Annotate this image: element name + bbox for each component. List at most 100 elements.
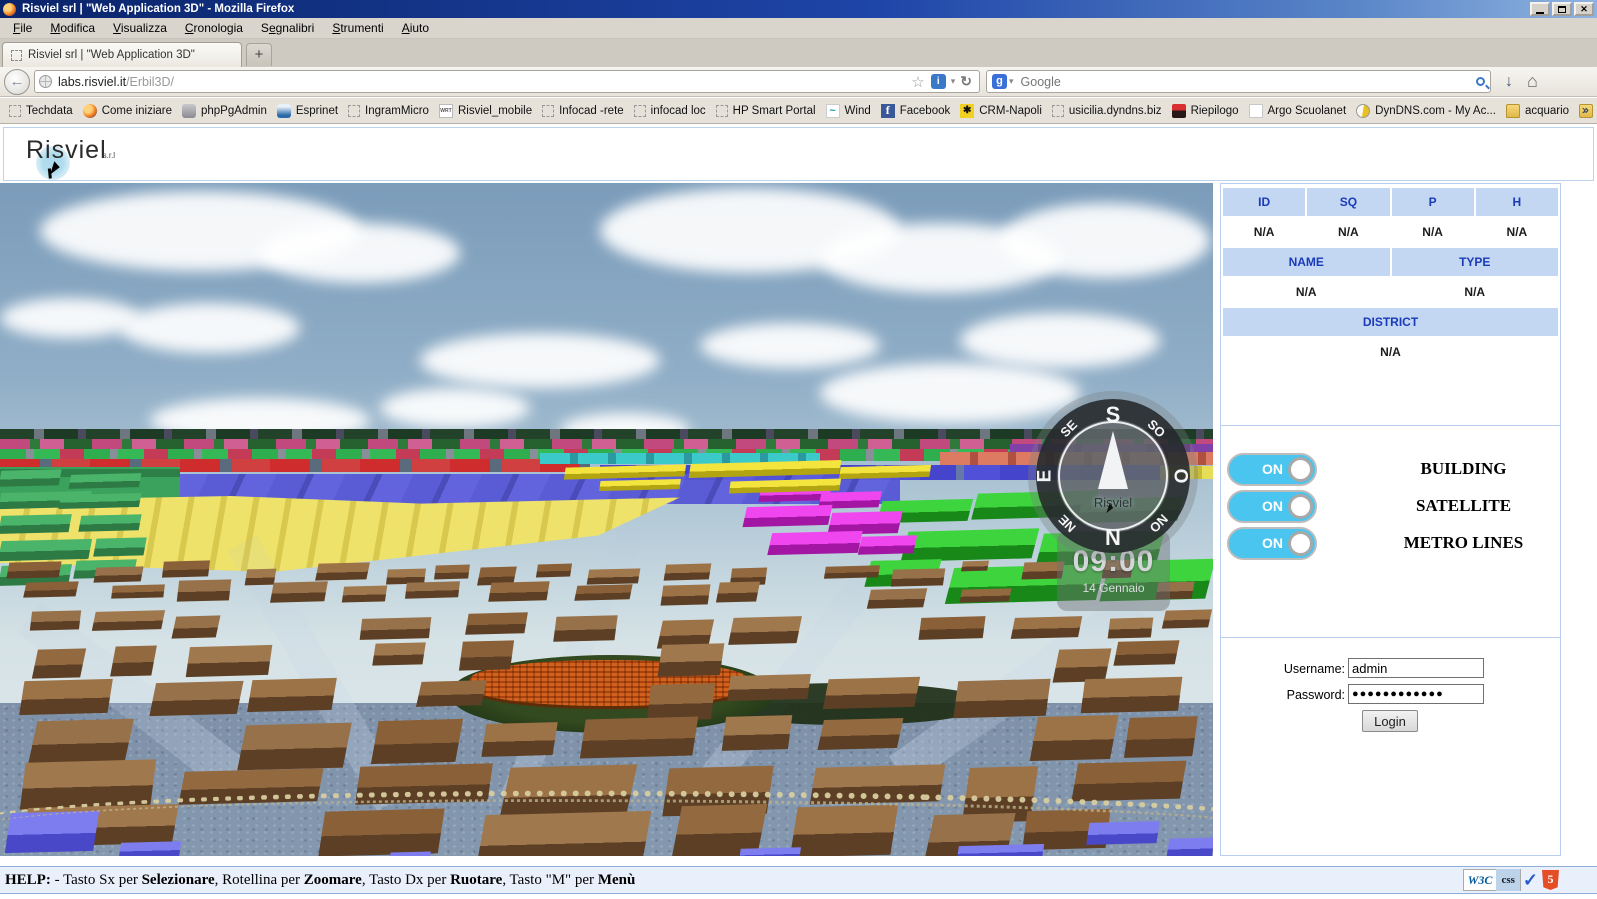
tab-title: Risviel srl | "Web Application 3D" [28, 49, 195, 61]
home-icon[interactable]: ⌂ [1527, 71, 1538, 92]
cloud [260, 223, 460, 283]
compass-widget[interactable]: S N E O SE SO NE NO Risviel [1036, 399, 1190, 553]
brown-building [1011, 616, 1083, 639]
bookmark-wind[interactable]: ~Wind [821, 102, 876, 120]
toggle-knob[interactable] [1288, 457, 1313, 482]
menu-visualizza[interactable]: Visualizza [104, 19, 176, 37]
menu-modifica[interactable]: Modifica [41, 19, 104, 37]
bookmark-phppgadmin[interactable]: phpPgAdmin [177, 102, 272, 120]
password-field[interactable] [1348, 684, 1484, 704]
cloud [420, 333, 660, 388]
brown-building [247, 678, 337, 712]
brown-building [954, 679, 1051, 718]
window-title: Risviel srl | "Web Application 3D" - Moz… [22, 3, 294, 15]
reload-icon[interactable]: ↻ [960, 73, 972, 90]
search-box[interactable]: g ▾ [986, 70, 1491, 93]
bookmark-star-icon[interactable]: ☆ [911, 73, 924, 91]
brown-building [150, 681, 244, 716]
default-bookmark-icon [9, 105, 21, 117]
menu-cronologia[interactable]: Cronologia [176, 19, 252, 37]
bookmark-riepilogo[interactable]: Riepilogo [1167, 102, 1244, 120]
bookmark-acquario[interactable]: acquario [1501, 102, 1574, 120]
bookmarks-overflow-chevron-icon[interactable]: » [1582, 102, 1589, 117]
close-button[interactable]: ✕ [1574, 2, 1594, 16]
active-tab[interactable]: Risviel srl | "Web Application 3D" [2, 42, 242, 67]
bookmark-argo-scuolanet[interactable]: Argo Scuolanet [1244, 102, 1352, 120]
w3c-css-badge[interactable]: W3C css [1463, 869, 1521, 891]
argo-scuolanet-icon [1249, 104, 1263, 118]
restore-icon [1558, 6, 1566, 13]
brown-building [727, 674, 811, 701]
search-engine-dropdown-icon[interactable]: ▾ [1009, 76, 1014, 87]
bookmark-hp-smart-portal[interactable]: HP Smart Portal [711, 103, 821, 119]
help-prefix: HELP: [5, 872, 51, 889]
bookmark-come-iniziare[interactable]: Come iniziare [78, 102, 177, 120]
login-panel: Username: Password: Login [1221, 638, 1560, 855]
brown-building [959, 588, 1011, 602]
search-icon[interactable] [1476, 77, 1485, 86]
col-header-p: P [1392, 188, 1474, 216]
satellite-toggle[interactable]: ON [1227, 490, 1317, 523]
brown-building [1108, 618, 1153, 639]
brown-building [1114, 641, 1180, 666]
bookmark-facebook[interactable]: fFacebook [876, 102, 956, 120]
bookmark-techdata[interactable]: Techdata [4, 103, 78, 119]
col-header-name: NAME [1223, 248, 1390, 276]
back-button[interactable]: ← [4, 69, 30, 95]
window-titlebar[interactable]: Risviel srl | "Web Application 3D" - Moz… [0, 0, 1597, 18]
value-type: N/A [1392, 278, 1559, 306]
default-bookmark-icon [716, 105, 728, 117]
firefox-icon [83, 104, 97, 118]
login-button[interactable]: Login [1362, 710, 1418, 732]
url-dropdown-icon[interactable]: ▾ [951, 76, 956, 87]
brown-building [574, 584, 632, 600]
menu-file[interactable]: File [4, 19, 41, 37]
brown-building [342, 585, 387, 602]
download-icon[interactable]: ↓ [1505, 73, 1513, 91]
help-bar: HELP: - Tasto Sx per Selezionare , Rotel… [0, 866, 1597, 894]
3d-viewport[interactable]: X:410917.53 - Y:4006615.5Development Bui… [0, 183, 1213, 856]
brown-building [434, 565, 469, 580]
bookmark-esprinet[interactable]: Esprinet [272, 102, 343, 120]
metro-lines-toggle[interactable]: ON [1227, 527, 1317, 560]
bookmark-infocad-loc[interactable]: infocad loc [629, 103, 711, 119]
bookmark-usicilia[interactable]: usicilia.dyndns.biz [1047, 103, 1167, 119]
brown-building [19, 679, 113, 715]
bookmark-risviel-mobile[interactable]: WRTRisviel_mobile [434, 102, 537, 120]
url-bar[interactable]: labs.risviel.it /Erbil3D/ ☆ i ▾ ↻ [34, 70, 980, 93]
building-toggle[interactable]: ON [1227, 453, 1317, 486]
username-field[interactable] [1348, 658, 1484, 678]
compass-needle-icon [1098, 431, 1128, 489]
risviel-logo[interactable]: Risviels.r.l [26, 136, 115, 165]
col-header-type: TYPE [1392, 248, 1559, 276]
google-engine-icon[interactable]: g [992, 74, 1007, 89]
html5-badge-icon[interactable]: 5 [1542, 870, 1559, 890]
menu-segnalibri[interactable]: Segnalibri [252, 19, 323, 37]
restore-button[interactable] [1552, 2, 1572, 16]
menu-aiuto[interactable]: Aiuto [393, 19, 438, 37]
compass-logo: Risviel [1094, 495, 1132, 510]
green-district-block [901, 528, 1040, 561]
brown-building [647, 683, 715, 720]
green-row-block [58, 493, 141, 509]
info-icon[interactable]: i [931, 74, 946, 89]
bookmark-dyndns[interactable]: DynDNS.com - My Ac... [1351, 102, 1501, 120]
brown-building [657, 643, 724, 676]
globe-icon [39, 75, 52, 88]
bookmark-infocad-rete[interactable]: Infocad -rete [537, 103, 629, 119]
bookmark-ingrammicro[interactable]: IngramMicro [343, 103, 434, 119]
brown-building [465, 613, 528, 635]
minimize-button[interactable] [1530, 2, 1550, 16]
cloud [120, 303, 300, 353]
toggle-knob[interactable] [1288, 494, 1313, 519]
menu-strumenti[interactable]: Strumenti [323, 19, 392, 37]
bookmark-crm-napoli[interactable]: ✱CRM-Napoli [955, 102, 1047, 120]
brown-building [171, 615, 220, 638]
toggle-knob[interactable] [1288, 531, 1313, 556]
search-input[interactable] [1021, 75, 1476, 89]
compass-north: N [1105, 525, 1121, 551]
cloud [380, 388, 530, 428]
page-header: Risviels.r.l [3, 127, 1594, 181]
brown-building [92, 610, 165, 630]
new-tab-button[interactable]: + [246, 43, 272, 66]
